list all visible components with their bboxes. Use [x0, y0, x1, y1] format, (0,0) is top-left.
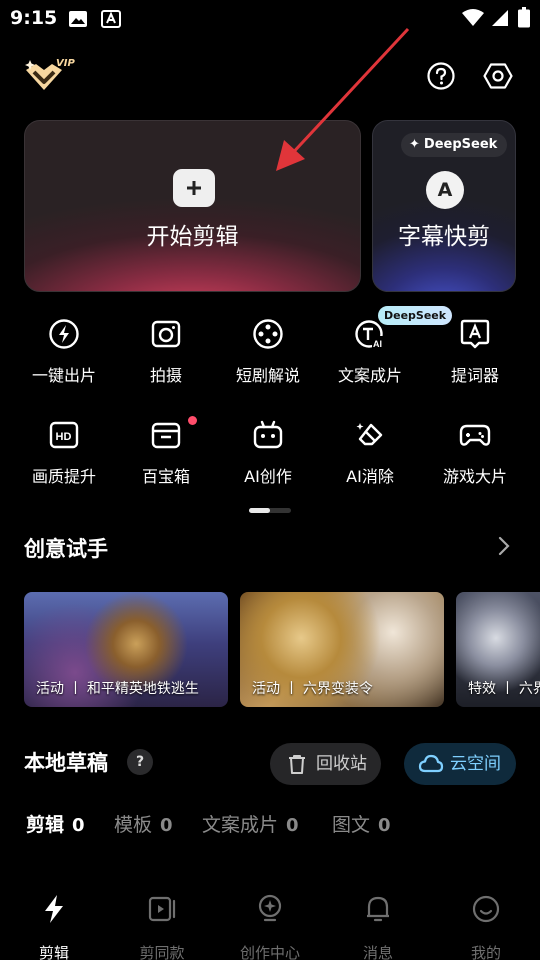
- notification-dot: [188, 416, 197, 425]
- app-notification-icon: [101, 10, 121, 28]
- plus-icon: [173, 169, 215, 207]
- film-reel-icon: [253, 319, 283, 349]
- draft-tab-image-text[interactable]: 图文 0: [332, 810, 391, 837]
- vip-text: VIP: [56, 58, 75, 69]
- tool-label: 提词器: [450, 366, 499, 385]
- tool-label: 游戏大片: [442, 467, 507, 486]
- draft-tab-label: 文案成片: [202, 814, 279, 836]
- recycle-bin-button[interactable]: 回收站: [270, 743, 381, 785]
- status-time: 9:15: [10, 7, 58, 29]
- nav-label: 创作中心: [239, 944, 300, 960]
- annotation-arrow: [276, 27, 410, 171]
- creative-card-2[interactable]: 活动 丨 六界变装令: [240, 592, 444, 707]
- svg-text:AI: AI: [373, 339, 382, 349]
- hd-icon: HD: [49, 421, 79, 449]
- draft-tab-count: 0: [160, 815, 173, 836]
- svg-text:HD: HD: [56, 431, 72, 443]
- drafts-title: 本地草稿: [24, 751, 108, 775]
- tool-short-drama[interactable]: 短剧解说: [216, 318, 320, 398]
- help-icon[interactable]: [426, 61, 456, 91]
- nav-same-template[interactable]: 剪同款: [112, 894, 212, 960]
- tool-label: 画质提升: [31, 467, 96, 486]
- tool-shoot[interactable]: 拍摄: [114, 318, 218, 398]
- nav-creator-center[interactable]: 创作中心: [220, 894, 320, 960]
- draft-tab-template[interactable]: 模板 0: [114, 810, 173, 837]
- bell-icon: [367, 896, 389, 922]
- tool-label: AI消除: [346, 467, 394, 486]
- draft-tab-label: 剪辑: [26, 814, 65, 836]
- draft-tab-count: 0: [378, 815, 391, 836]
- creative-caption: 活动 丨 六界变装令: [252, 681, 373, 697]
- cloud-space-button[interactable]: 云空间: [404, 743, 516, 785]
- nav-label: 剪同款: [139, 944, 185, 960]
- camera-icon: [151, 320, 181, 348]
- creative-card-3[interactable]: 特效 丨 六界: [456, 592, 540, 707]
- tool-enhance-quality[interactable]: HD 画质提升: [12, 419, 116, 499]
- lightbulb-icon: [258, 894, 282, 922]
- eraser-icon: [356, 423, 383, 446]
- nav-label: 剪辑: [38, 944, 69, 960]
- nav-label: 消息: [362, 944, 393, 960]
- deepseek-badge-label: DeepSeek: [423, 137, 498, 152]
- settings-icon[interactable]: [483, 61, 513, 91]
- vip-logo[interactable]: VIP: [22, 54, 78, 98]
- bottom-nav: 剪辑 剪同款 创作中心 消息 我的: [0, 880, 540, 960]
- nav-edit[interactable]: 剪辑: [4, 894, 104, 960]
- draft-tab-count: 0: [286, 815, 299, 836]
- smiley-icon: [472, 895, 500, 923]
- pager-active-dot: [249, 508, 270, 513]
- nav-label: 我的: [470, 944, 501, 960]
- lightning-circle-icon: [49, 319, 79, 349]
- draft-tab-edit[interactable]: 剪辑 0: [26, 810, 85, 837]
- toolbox-icon: [151, 422, 181, 449]
- wifi-icon: [462, 9, 484, 26]
- tool-ai-erase[interactable]: AI消除: [318, 419, 422, 499]
- tool-label: 拍摄: [149, 366, 182, 385]
- tool-one-click[interactable]: 一键出片: [12, 318, 116, 398]
- creative-section-title: 创意试手: [24, 537, 108, 561]
- tools-pager: [249, 508, 291, 513]
- tool-script-to-video[interactable]: AI DeepSeek 文案成片: [318, 306, 453, 398]
- battery-icon: [518, 7, 530, 28]
- gamepad-icon: [459, 424, 491, 446]
- draft-tab-label: 图文: [332, 814, 371, 836]
- subtitle-a-icon: A: [426, 171, 464, 209]
- video-template-icon: [148, 896, 176, 922]
- tool-label: 一键出片: [31, 366, 96, 385]
- tool-ai-create[interactable]: AI创作: [216, 419, 320, 499]
- recycle-bin-label: 回收站: [316, 754, 367, 774]
- cloud-space-label: 云空间: [450, 754, 501, 774]
- creative-card-1[interactable]: 活动 丨 和平精英地铁逃生: [24, 592, 228, 707]
- signal-icon: [492, 10, 508, 26]
- tool-label: 文案成片: [337, 366, 402, 385]
- tool-game-video[interactable]: 游戏大片: [423, 419, 527, 499]
- image-notification-icon: [69, 11, 87, 27]
- subtitle-edit-label: 字幕快剪: [398, 224, 490, 250]
- tool-toolbox[interactable]: 百宝箱: [114, 416, 218, 499]
- tool-label: 百宝箱: [141, 467, 190, 486]
- trash-icon: [289, 755, 305, 774]
- start-edit-label: 开始剪辑: [146, 224, 239, 250]
- chevron-right-icon[interactable]: [494, 534, 514, 558]
- nav-messages[interactable]: 消息: [328, 894, 428, 960]
- tool-label: AI创作: [244, 467, 292, 486]
- robot-icon: [253, 420, 283, 449]
- draft-tab-label: 模板: [114, 814, 153, 836]
- cloud-icon: [418, 754, 444, 773]
- tool-teleprompter[interactable]: 提词器: [423, 318, 527, 398]
- teleprompter-icon: [460, 319, 490, 349]
- draft-tab-script[interactable]: 文案成片 0: [202, 810, 299, 837]
- bolt-icon: [45, 895, 63, 923]
- drafts-help-button[interactable]: ?: [127, 749, 153, 775]
- creative-caption: 活动 丨 和平精英地铁逃生: [36, 681, 199, 697]
- deepseek-badge: ✦ DeepSeek: [401, 133, 508, 157]
- tool-label: 短剧解说: [235, 366, 300, 385]
- nav-profile[interactable]: 我的: [436, 894, 536, 960]
- draft-tab-count: 0: [72, 815, 85, 836]
- creative-caption: 特效 丨 六界: [468, 681, 540, 697]
